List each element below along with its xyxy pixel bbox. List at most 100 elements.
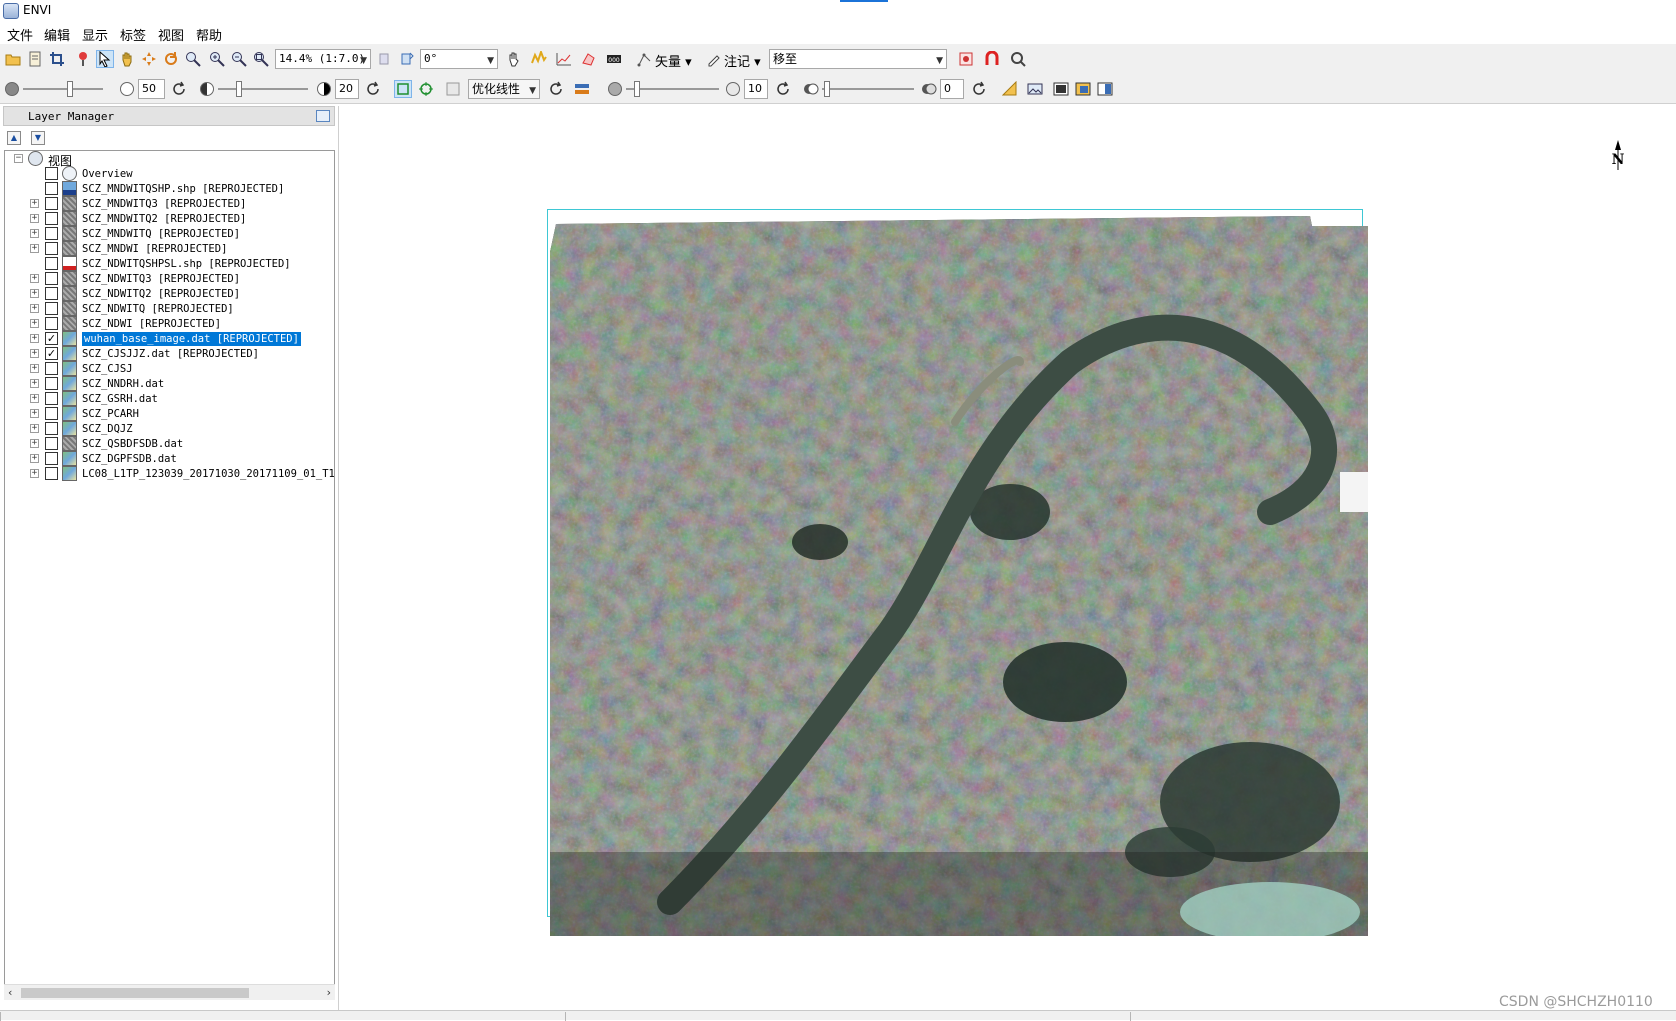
brightness-slider[interactable]	[23, 88, 103, 90]
zoom-in-icon[interactable]	[208, 50, 226, 68]
layer-row[interactable]: SCZ_NDWITQSHPSL.shp [REPROJECTED]	[5, 256, 334, 272]
spectral-profile-icon[interactable]	[530, 50, 548, 68]
panel-splitter[interactable]	[338, 106, 339, 1010]
annotation-icon[interactable]	[705, 50, 723, 68]
expand-icon[interactable]: +	[30, 349, 39, 358]
layer-row[interactable]: + SCZ_NNDRH.dat	[5, 376, 334, 392]
layer-visibility-checkbox[interactable]	[45, 182, 58, 195]
layer-row[interactable]: + SCZ_QSBDFSDB.dat	[5, 436, 334, 452]
layer-visibility-checkbox[interactable]	[45, 467, 58, 480]
image-icon[interactable]	[1026, 80, 1044, 98]
reset-brightness-icon[interactable]	[170, 80, 188, 98]
layer-row[interactable]: + SCZ_MNDWI [REPROJECTED]	[5, 241, 334, 257]
annotation-dropdown[interactable]: 注记 ▾	[724, 51, 761, 70]
layer-row[interactable]: + SCZ_DQJZ	[5, 421, 334, 437]
data-manager-icon[interactable]	[26, 50, 44, 68]
histogram-icon[interactable]	[444, 80, 462, 98]
layer-visibility-checkbox[interactable]	[45, 227, 58, 240]
layer-visibility-checkbox[interactable]: ✓	[45, 332, 58, 345]
expand-icon[interactable]: +	[30, 379, 39, 388]
transparency-slider-thumb[interactable]	[824, 81, 830, 97]
layer-visibility-checkbox[interactable]	[45, 437, 58, 450]
view-blend-icon[interactable]	[1074, 80, 1092, 98]
scroll-right-icon[interactable]: ›	[327, 986, 331, 999]
expand-icon[interactable]: +	[30, 214, 39, 223]
brightness-slider-thumb[interactable]	[67, 81, 73, 97]
select-cursor-icon[interactable]	[96, 50, 114, 68]
reset-contrast-icon[interactable]	[364, 80, 382, 98]
zoom-level-combo[interactable]: 14.4% (1:7.0) ▼	[275, 49, 371, 69]
layer-row[interactable]: SCZ_MNDWITQSHP.shp [REPROJECTED]	[5, 181, 334, 197]
expand-icon[interactable]: +	[30, 304, 39, 313]
chart-icon[interactable]	[555, 50, 573, 68]
layer-row[interactable]: + SCZ_NDWITQ [REPROJECTED]	[5, 301, 334, 317]
rotate-view-icon[interactable]	[162, 50, 180, 68]
brightness-value-field[interactable]: 50	[138, 79, 165, 99]
expand-icon[interactable]: +	[30, 394, 39, 403]
crop-icon[interactable]	[48, 50, 66, 68]
sharpen-slider-thumb[interactable]	[634, 81, 640, 97]
layer-visibility-checkbox[interactable]	[45, 362, 58, 375]
layer-visibility-checkbox[interactable]: ✓	[45, 347, 58, 360]
pin-panel-icon[interactable]	[316, 110, 330, 122]
zoom-out-icon[interactable]	[230, 50, 248, 68]
layer-row[interactable]: + ✓ SCZ_CJSJJZ.dat [REPROJECTED]	[5, 346, 334, 362]
layer-visibility-checkbox[interactable]	[45, 197, 58, 210]
contrast-value-field[interactable]: 20	[335, 79, 359, 99]
scroll-left-icon[interactable]: ‹	[8, 986, 12, 999]
move-layer-down-icon[interactable]: ▼	[31, 131, 45, 145]
layer-row[interactable]: + SCZ_PCARH	[5, 406, 334, 422]
open-file-icon[interactable]	[4, 50, 22, 68]
expand-icon[interactable]: +	[30, 334, 39, 343]
rotate-right-icon[interactable]	[398, 50, 416, 68]
expand-icon[interactable]: +	[30, 319, 39, 328]
expand-icon[interactable]: +	[30, 244, 39, 253]
contrast-slider[interactable]	[218, 88, 308, 90]
vector-icon[interactable]	[636, 50, 654, 68]
layer-row[interactable]: + SCZ_MNDWITQ [REPROJECTED]	[5, 226, 334, 242]
menu-view[interactable]: 视图	[158, 25, 184, 44]
image-view[interactable]: N	[340, 106, 1676, 1010]
measure-icon[interactable]: 000	[605, 50, 623, 68]
contrast-slider-thumb[interactable]	[236, 81, 242, 97]
vector-dropdown[interactable]: 矢量 ▾	[655, 51, 692, 70]
reset-stretch-icon[interactable]	[547, 80, 565, 98]
menu-help[interactable]: 帮助	[196, 25, 222, 44]
layer-visibility-checkbox[interactable]	[45, 212, 58, 225]
layer-row[interactable]: + SCZ_CJSJ	[5, 361, 334, 377]
color-table-icon[interactable]	[573, 80, 591, 98]
layer-row[interactable]: Overview	[5, 166, 334, 182]
expand-icon[interactable]: +	[30, 229, 39, 238]
layer-visibility-checkbox[interactable]	[45, 407, 58, 420]
layer-row[interactable]: + SCZ_NDWITQ3 [REPROJECTED]	[5, 271, 334, 287]
rotate-left-icon[interactable]	[376, 50, 394, 68]
goto-combo[interactable]: 移至 ▼	[769, 49, 947, 69]
layer-tree-horizontal-scrollbar[interactable]: ‹ ›	[4, 984, 335, 1000]
layer-row[interactable]: + SCZ_NDWITQ2 [REPROJECTED]	[5, 286, 334, 302]
transparency-value-field[interactable]: 0	[940, 79, 964, 99]
reset-transparency-icon[interactable]	[970, 80, 988, 98]
pin-icon[interactable]	[74, 50, 92, 68]
layer-visibility-checkbox[interactable]	[45, 302, 58, 315]
layer-row[interactable]: + SCZ_NDWI [REPROJECTED]	[5, 316, 334, 332]
pan-hand-icon[interactable]	[118, 50, 136, 68]
layer-visibility-checkbox[interactable]	[45, 377, 58, 390]
rotation-combo[interactable]: 0° ▼	[420, 49, 498, 69]
layer-visibility-checkbox[interactable]	[45, 317, 58, 330]
expand-icon[interactable]: +	[30, 199, 39, 208]
layer-visibility-checkbox[interactable]	[45, 272, 58, 285]
expand-icon[interactable]: +	[30, 289, 39, 298]
tree-root-view[interactable]: − 视图	[5, 151, 334, 168]
layer-visibility-checkbox[interactable]	[45, 392, 58, 405]
stretch-frame-icon[interactable]	[394, 80, 412, 98]
layer-row[interactable]: + SCZ_MNDWITQ2 [REPROJECTED]	[5, 211, 334, 227]
menu-edit[interactable]: 编辑	[44, 25, 70, 44]
expand-icon[interactable]: +	[30, 364, 39, 373]
zoom-full-icon[interactable]	[252, 50, 270, 68]
layer-row[interactable]: + SCZ_DGPFSDB.dat	[5, 451, 334, 467]
layer-visibility-checkbox[interactable]	[45, 287, 58, 300]
auto-stretch-icon[interactable]	[417, 80, 435, 98]
layer-row[interactable]: + ✓ wuhan_base_image.dat [REPROJECTED]	[5, 331, 334, 347]
layer-visibility-checkbox[interactable]	[45, 422, 58, 435]
layer-visibility-checkbox[interactable]	[45, 452, 58, 465]
